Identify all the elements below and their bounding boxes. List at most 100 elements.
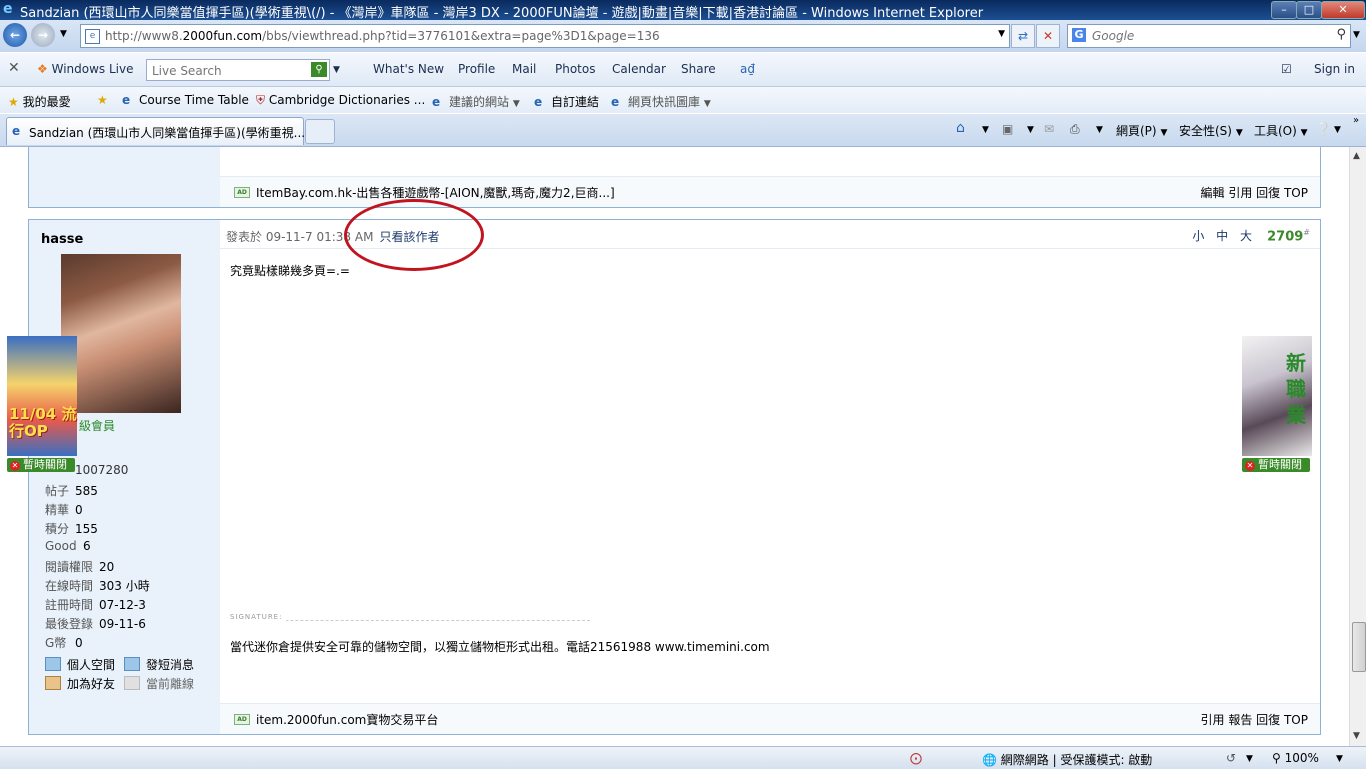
fav-cambridge-dictionaries[interactable]: ⛨ Cambridge Dictionaries ... [256,93,425,108]
help-icon[interactable]: ❔ [1316,122,1331,136]
live-link-whats-new[interactable]: What's New [373,62,444,76]
safety-menu-label: 安全性(S) [1179,124,1232,138]
home-icon[interactable]: ⌂ [956,120,965,136]
ad-text: 11/04 流行OP [9,405,77,440]
close-ad-label: 暫時關閉 [1258,458,1302,471]
windows-live-brand[interactable]: ❖ Windows Live [37,62,133,76]
feeds-icon[interactable]: ▣ [1002,122,1013,136]
toolbar-overflow-icon[interactable]: » [1353,115,1359,126]
scroll-up-icon[interactable]: ▲ [1353,151,1360,161]
live-link-profile[interactable]: Profile [458,62,495,76]
protected-mode-icon[interactable]: ↺ [1226,751,1236,765]
print-dropdown-icon[interactable]: ▼ [1096,125,1103,135]
google-search-input[interactable] [1090,27,1324,45]
tools-menu[interactable]: 工具(O) ▼ [1254,122,1308,139]
fav-course-time-table[interactable]: e Course Time Table [122,93,249,107]
favorites-button[interactable]: ★ 我的最愛 [8,93,71,110]
post-ad-link[interactable]: item.2000fun.com寶物交易平台 [256,711,438,728]
scrollbar-thumb[interactable] [1352,622,1366,672]
post-actions[interactable]: 編輯 引用 回復 TOP [1201,184,1308,201]
live-search-input[interactable] [150,62,304,79]
signature-divider: SIGNATURE: [230,613,590,621]
refresh-icon[interactable]: ⇄ [1011,24,1035,48]
search-options-icon[interactable]: ▼ [1353,30,1360,40]
fav-web-slice-gallery[interactable]: e 網頁快訊圖庫 ▼ [611,93,711,110]
forum-post: hasse 級會員 1007280 帖子 585 精華 0 積分 155 Good 6 … [28,219,1321,735]
close-ad-button[interactable]: ✕ 暫時關閉 [7,458,75,472]
stat-value: 0 [75,503,83,517]
ie-page-icon: e [534,95,543,109]
close-ad-button[interactable]: ✕ 暫時關閉 [1242,458,1310,472]
chevron-down-icon: ▼ [512,99,520,109]
toolbar-close-icon[interactable]: ✕ [8,60,20,76]
offline-status: 當前離線 [124,675,194,692]
stat-key: 在線時間 [45,579,94,593]
signature-text: 當代迷你倉提供安全可靠的儲物空間，以獨立儲物柜形式出租。電話21561988 w… [230,640,770,654]
maximize-button[interactable]: □ [1296,1,1322,19]
tab-label: Sandzian (西環山市人同樂當值揮手區)(學術重視... [29,126,306,140]
tab-active[interactable]: e Sandzian (西環山市人同樂當值揮手區)(學術重視... [6,117,306,145]
feeds-dropdown-icon[interactable]: ▼ [1027,125,1034,135]
zoom-level: 100% [1284,751,1319,765]
close-window-button[interactable]: ✕ [1321,1,1365,19]
search-icon[interactable]: ⚲ [1336,27,1346,42]
print-icon[interactable]: ⎙ [1070,122,1080,137]
live-search-dropdown-icon[interactable]: ▼ [333,65,340,75]
status-bar: ⨀ 🌐 網際網路 | 受保護模式: 啟動 ↺ ▼ ⚲ 100% ▼ [0,746,1366,769]
signature-label: SIGNATURE: [230,613,287,621]
forward-button[interactable]: → [31,23,55,47]
live-link-mail[interactable]: Mail [512,62,536,76]
zone-label: 網際網路 | 受保護模式: 啟動 [1000,753,1153,767]
live-settings-icon[interactable]: ☑ [1281,62,1292,76]
right-float-ad[interactable]: 新職業 ✕ 暫時關閉 [1242,336,1312,472]
live-search-box[interactable]: ⚲ [146,59,330,81]
minimize-button[interactable]: – [1271,1,1297,19]
url-field[interactable]: e http://www8.2000fun.com/bbs/viewthread… [80,24,1010,48]
scroll-down-icon[interactable]: ▼ [1353,731,1360,741]
left-float-ad[interactable]: 11/04 流行OP ✕ 暫時關閉 [7,336,77,472]
ad-image: 11/04 流行OP [7,336,77,456]
post-ad-link[interactable]: ItemBay.com.hk-出售各種遊戲幣-[AION,魔獸,瑪奇,魔力2,巨… [256,184,615,201]
send-message-link[interactable]: 發短消息 [124,656,194,673]
help-dropdown-icon[interactable]: ▼ [1334,125,1341,135]
red-annotation-circle [344,199,484,271]
back-button[interactable]: ← [3,23,27,47]
personal-space-link[interactable]: 個人空間 [45,656,115,673]
post-username[interactable]: hasse [41,232,83,247]
chevron-down-icon[interactable]: ▼ [1246,754,1253,764]
stat-key: 精華 [45,503,70,517]
ie-page-icon: e [122,93,131,107]
floor-number[interactable]: 2709# [1267,228,1310,244]
zoom-control[interactable]: ⚲ 100% [1272,751,1319,765]
live-link-share[interactable]: Share [681,62,716,76]
live-link-calendar[interactable]: Calendar [612,62,666,76]
ad-badge-icon: AD [234,714,250,725]
stat-value: 155 [75,522,98,536]
fav-custom-links[interactable]: e 自訂連結 [534,93,599,110]
url-dropdown-icon[interactable]: ▼ [998,29,1005,39]
fav-suggested-sites[interactable]: e 建議的網站 ▼ [432,93,520,110]
page-menu[interactable]: 網頁(P) ▼ [1116,122,1167,139]
add-favorite-icon[interactable]: ★ [97,93,108,107]
popup-blocked-icon[interactable]: ⨀ [910,751,922,765]
live-search-go-icon[interactable]: ⚲ [311,62,327,77]
vertical-scrollbar[interactable]: ▲ ▼ [1349,147,1366,746]
google-search-box[interactable]: G ⚲ [1067,24,1351,48]
live-link-photos[interactable]: Photos [555,62,595,76]
font-size-switch[interactable]: 小 中 大 [1192,227,1256,244]
favorites-bar: ★ 我的最愛 ★ e Course Time Table ⛨ Cambridge … [0,87,1366,113]
stat-row: Good 6 [45,539,91,553]
zoom-dropdown-icon[interactable]: ▼ [1336,754,1343,764]
history-dropdown-icon[interactable]: ▼ [60,29,67,39]
mail-icon[interactable]: ✉ [1044,122,1054,136]
security-zone[interactable]: 🌐 網際網路 | 受保護模式: 啟動 [982,751,1152,768]
sign-in-link[interactable]: Sign in [1314,62,1355,76]
home-dropdown-icon[interactable]: ▼ [982,125,989,135]
new-tab-button[interactable] [305,119,335,144]
url-prefix: http://www8. [105,29,183,43]
safety-menu[interactable]: 安全性(S) ▼ [1179,122,1243,139]
translate-icon[interactable]: a₫ [740,62,755,76]
post-actions[interactable]: 引用 報告 回復 TOP [1201,711,1308,728]
add-friend-link[interactable]: 加為好友 [45,675,115,692]
stop-icon[interactable]: ✕ [1036,24,1060,48]
